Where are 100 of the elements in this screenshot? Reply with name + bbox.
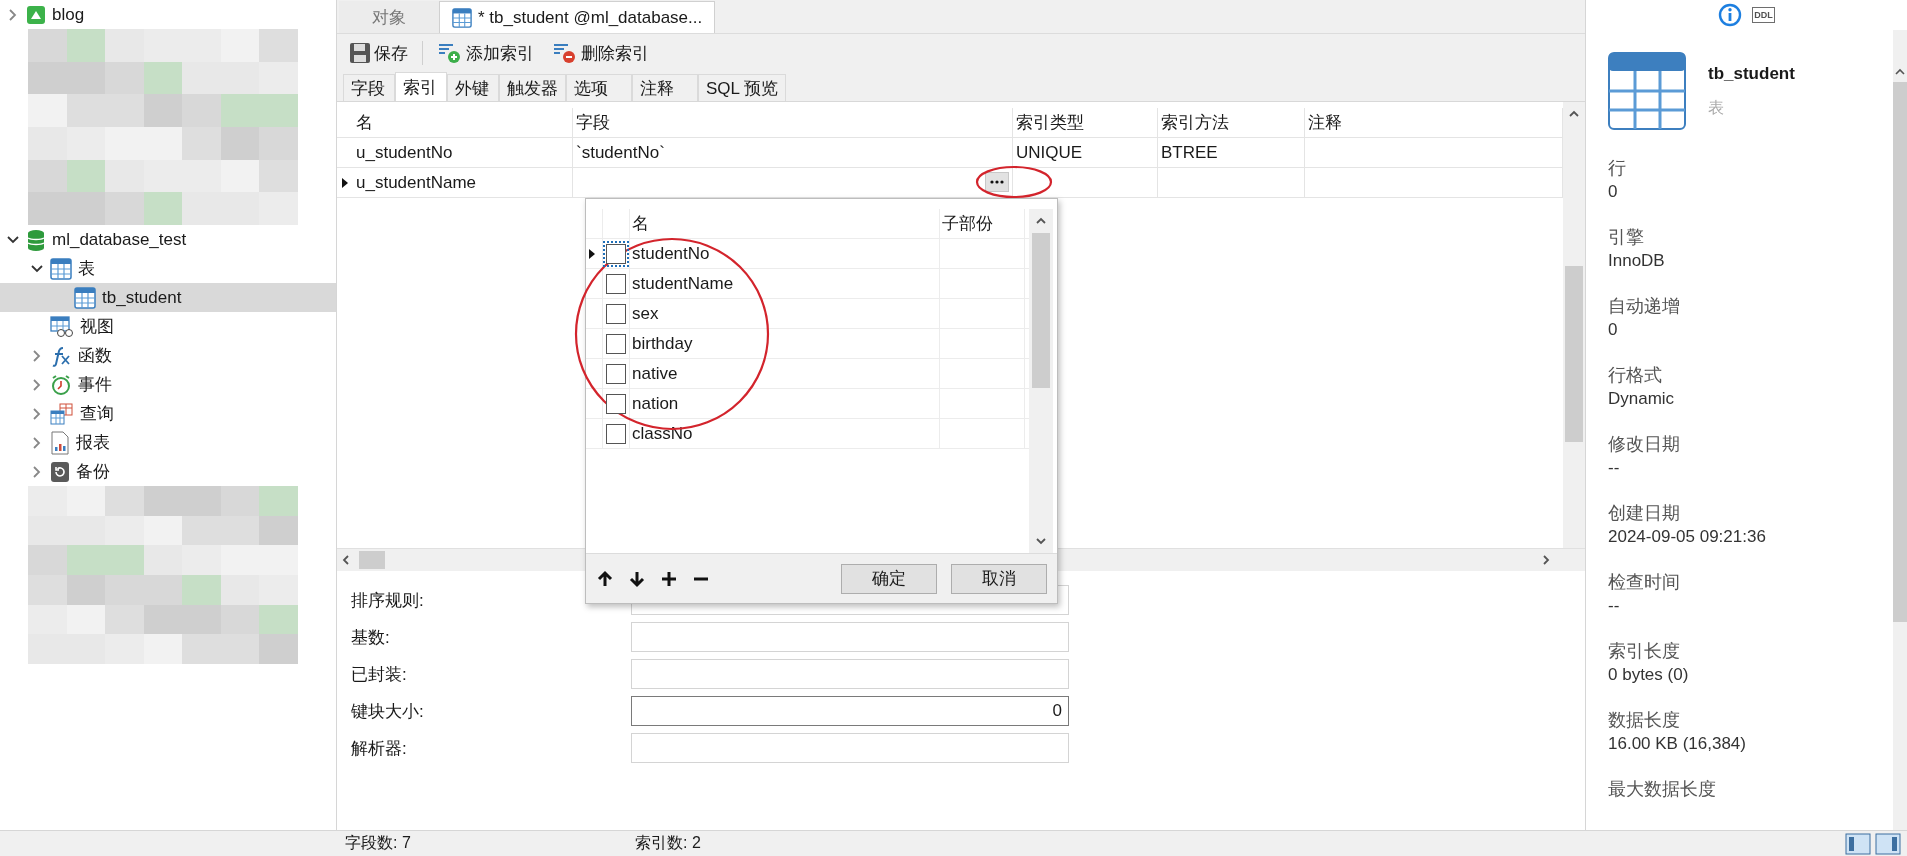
field-label: 已封装: <box>351 663 407 686</box>
tree-item[interactable]: 函数 <box>50 341 118 370</box>
dialog-button[interactable]: 确定 <box>841 563 937 594</box>
tree-item[interactable]: 查询 <box>50 399 120 428</box>
connection-icon <box>26 4 46 25</box>
table-cell: u_studentName <box>356 172 477 193</box>
dialog-button[interactable]: 取消 <box>951 563 1047 594</box>
database-icon <box>26 228 46 251</box>
tree-item[interactable]: blog <box>26 0 91 29</box>
property-label: 修改日期 <box>1608 433 1681 456</box>
scroll-left-icon[interactable] <box>341 554 351 566</box>
field-name: birthday <box>632 333 693 354</box>
column-header: 索引方法 <box>1158 108 1305 137</box>
sub-tab[interactable]: 触发器 <box>499 74 566 101</box>
table-cell: u_studentNo <box>356 142 453 163</box>
checkbox[interactable] <box>606 333 626 354</box>
current-row-icon <box>588 247 596 260</box>
sub-tab[interactable]: 索引 <box>395 72 447 101</box>
field-name: native <box>632 363 678 384</box>
tree-item[interactable]: tb_student <box>74 283 188 312</box>
vertical-scrollbar[interactable] <box>1893 30 1907 830</box>
arrow-up-icon[interactable] <box>596 569 614 588</box>
status-text: 字段数: 7 <box>344 833 412 853</box>
current-row-icon <box>341 176 349 189</box>
field-name: studentName <box>632 273 734 294</box>
input-field[interactable] <box>631 659 1069 689</box>
tree-item[interactable]: 报表 <box>50 428 116 457</box>
property-value: 16.00 KB (16,384) <box>1608 733 1747 755</box>
selected-row-highlight[interactable]: tb_student <box>0 283 336 312</box>
property-label: 索引长度 <box>1608 640 1681 663</box>
input-field[interactable]: 0 <box>631 696 1069 726</box>
arrow-down-icon[interactable] <box>628 569 646 588</box>
ddl-tab[interactable]: DDL <box>1752 7 1775 23</box>
column-header: 子部份 <box>942 213 993 235</box>
property-label: 创建日期 <box>1608 502 1681 525</box>
sub-tab[interactable]: SQL 预览 <box>698 74 787 101</box>
tree-item[interactable]: 视图 <box>50 312 120 341</box>
sub-tab[interactable]: 字段 <box>343 74 395 101</box>
input-field[interactable] <box>631 622 1069 652</box>
property-label: 最大数据长度 <box>1608 778 1717 801</box>
object-type: 表 <box>1708 98 1725 118</box>
layout-toggle-icon[interactable] <box>1845 832 1901 855</box>
table-icon <box>1608 52 1686 130</box>
field-label: 键块大小: <box>351 700 424 723</box>
checkbox[interactable] <box>606 243 626 264</box>
toolbar-button[interactable]: 添加索引 <box>433 39 538 67</box>
object-name: tb_student <box>1708 64 1795 84</box>
property-label: 检查时间 <box>1608 571 1681 594</box>
checkbox[interactable] <box>606 303 626 324</box>
ellipsis-button[interactable] <box>985 172 1009 192</box>
status-text: 索引数: 2 <box>634 833 702 853</box>
report-icon <box>50 430 70 455</box>
field-label: 基数: <box>351 626 390 649</box>
scroll-thumb[interactable] <box>359 551 385 569</box>
tree-item[interactable]: ml_database_test <box>26 225 193 254</box>
scroll-down-icon[interactable] <box>1035 535 1047 547</box>
property-value: Dynamic <box>1608 388 1676 410</box>
property-label: 行格式 <box>1608 364 1663 387</box>
ellipsis-icon <box>990 180 1004 184</box>
input-field[interactable] <box>631 733 1069 763</box>
column-header: 名 <box>632 213 649 235</box>
delete-index-icon <box>552 41 578 65</box>
field-name: sex <box>632 303 659 324</box>
sub-tab[interactable]: 注释 <box>632 74 698 101</box>
sub-tab[interactable]: 外键 <box>447 74 499 101</box>
checkbox[interactable] <box>606 273 626 294</box>
add-index-icon <box>437 41 463 65</box>
sub-tab[interactable]: 选项 <box>566 74 632 101</box>
tree-item[interactable]: 备份 <box>50 457 116 486</box>
backup-icon <box>50 460 70 483</box>
checkbox[interactable] <box>606 393 626 414</box>
property-label: 数据长度 <box>1608 709 1681 732</box>
column-header: 名 <box>353 108 573 137</box>
plus-icon[interactable] <box>660 569 678 588</box>
vertical-scrollbar[interactable] <box>1029 209 1053 553</box>
alarm-clock-icon <box>50 373 72 396</box>
property-value: 0 <box>1608 319 1619 341</box>
property-value: -- <box>1608 595 1621 617</box>
property-label: 行 <box>1608 157 1627 180</box>
toolbar-button[interactable]: 删除索引 <box>548 39 653 67</box>
editor-tab[interactable]: 对象 <box>339 1 439 33</box>
table-cell: `studentNo` <box>576 142 665 163</box>
property-value: 2024-09-05 09:21:36 <box>1608 526 1767 548</box>
property-value: 0 <box>1608 181 1619 203</box>
property-value: -- <box>1608 457 1621 479</box>
editor-tab[interactable]: * tb_student @ml_database... <box>439 1 716 33</box>
property-value: 0 bytes (0) <box>1608 664 1690 686</box>
checkbox[interactable] <box>606 363 626 384</box>
field-name: nation <box>632 393 679 414</box>
tree-item[interactable]: 表 <box>50 254 101 283</box>
scroll-right-icon[interactable] <box>1541 554 1551 566</box>
field-name: studentNo <box>632 243 710 264</box>
save-icon <box>349 42 371 64</box>
field-name: classNo <box>632 423 693 444</box>
checkbox[interactable] <box>606 423 626 444</box>
table-icon <box>74 286 96 309</box>
vertical-scrollbar[interactable] <box>1563 102 1585 548</box>
tree-item[interactable]: 事件 <box>50 370 118 399</box>
info-icon[interactable] <box>1718 3 1743 27</box>
toolbar-button[interactable]: 保存 <box>345 39 412 67</box>
